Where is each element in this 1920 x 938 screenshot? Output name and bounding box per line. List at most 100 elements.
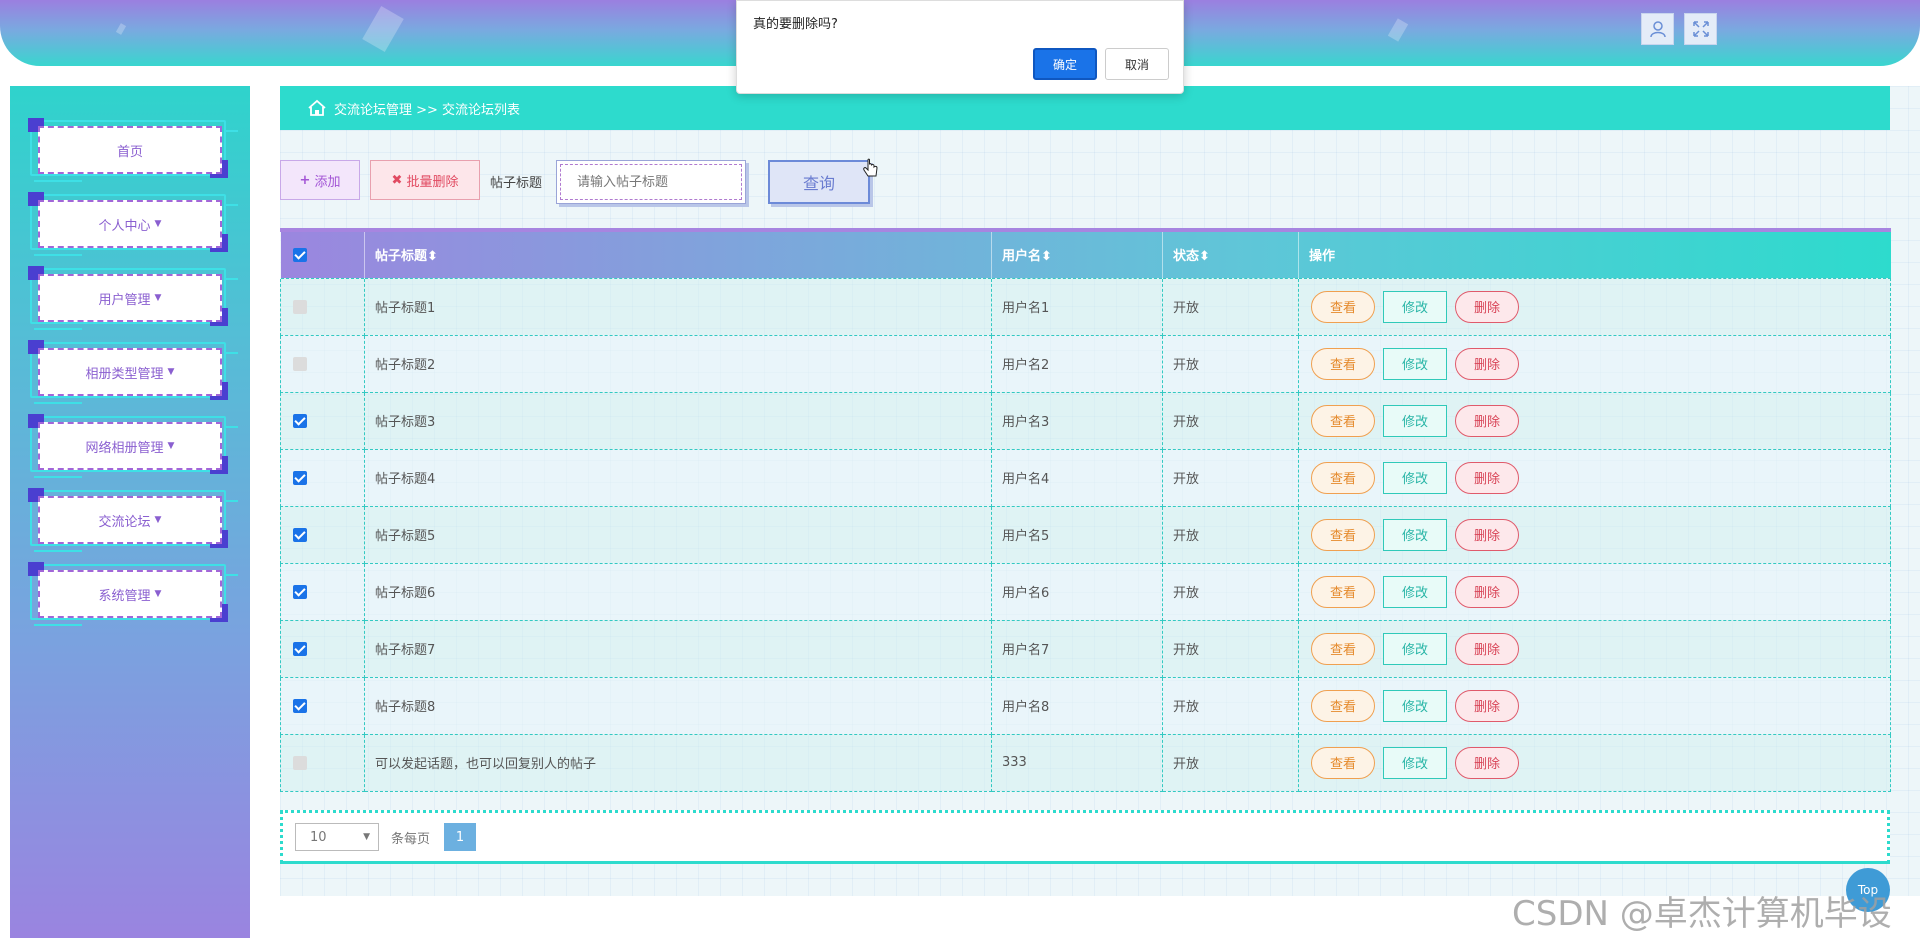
row-select-cell bbox=[280, 505, 365, 564]
title-cell: 帖子标题8 bbox=[364, 676, 992, 735]
row-select-cell bbox=[280, 619, 365, 678]
sort-icon: ⬍ bbox=[1199, 249, 1210, 265]
user-cell: 用户名2 bbox=[991, 334, 1163, 393]
delete-button[interactable]: 删除 bbox=[1455, 461, 1519, 494]
caret-down-icon: ▼ bbox=[154, 589, 162, 599]
table-row: 帖子标题5 用户名5 开放 查看 修改 删除 bbox=[280, 505, 1891, 564]
page-number-button[interactable]: 1 bbox=[444, 823, 477, 851]
delete-button[interactable]: 删除 bbox=[1455, 290, 1519, 323]
confirm-dialog: 真的要删除吗? 确定 取消 bbox=[736, 0, 1184, 94]
row-checkbox[interactable] bbox=[293, 413, 307, 428]
row-checkbox[interactable] bbox=[293, 356, 307, 371]
caret-down-icon: ▼ bbox=[154, 293, 162, 303]
fullscreen-icon[interactable] bbox=[1684, 13, 1717, 45]
sidebar-item[interactable]: 用户管理 ▼ bbox=[28, 266, 240, 330]
caret-down-icon: ▼ bbox=[154, 219, 162, 229]
actions-cell: 查看 修改 删除 bbox=[1298, 619, 1891, 678]
sidebar-item-label: 相册类型管理 bbox=[85, 366, 164, 382]
view-button[interactable]: 查看 bbox=[1311, 632, 1375, 665]
batch-delete-button[interactable]: ✖ 批量删除 bbox=[370, 160, 480, 200]
confirm-button[interactable]: 确定 bbox=[1033, 48, 1097, 80]
view-button[interactable]: 查看 bbox=[1311, 575, 1375, 608]
status-cell: 开放 bbox=[1162, 733, 1299, 792]
column-header-status[interactable]: 状态⬍ bbox=[1162, 228, 1299, 278]
delete-button[interactable]: 删除 bbox=[1455, 632, 1519, 665]
table-row: 帖子标题2 用户名2 开放 查看 修改 删除 bbox=[280, 334, 1891, 393]
menu-button[interactable]: 系统管理 ▼ bbox=[38, 570, 222, 618]
edit-button[interactable]: 修改 bbox=[1383, 575, 1447, 608]
view-button[interactable]: 查看 bbox=[1311, 518, 1375, 551]
view-button[interactable]: 查看 bbox=[1311, 689, 1375, 722]
menu-button[interactable]: 首页 bbox=[38, 126, 222, 174]
page-size-label: 条每页 bbox=[391, 831, 431, 847]
header-icons bbox=[1641, 13, 1717, 45]
edit-button[interactable]: 修改 bbox=[1383, 746, 1447, 779]
select-all-checkbox[interactable] bbox=[293, 247, 307, 262]
caret-down-icon: ▼ bbox=[154, 515, 162, 525]
column-header-user[interactable]: 用户名⬍ bbox=[991, 228, 1163, 278]
user-cell: 用户名1 bbox=[991, 277, 1163, 336]
row-select-cell bbox=[280, 277, 365, 336]
menu-button[interactable]: 网络相册管理 ▼ bbox=[38, 422, 222, 470]
delete-button[interactable]: 删除 bbox=[1455, 746, 1519, 779]
header-decoration bbox=[362, 6, 404, 52]
sidebar-item[interactable]: 系统管理 ▼ bbox=[28, 562, 240, 626]
edit-button[interactable]: 修改 bbox=[1383, 632, 1447, 665]
delete-button[interactable]: 删除 bbox=[1455, 347, 1519, 380]
column-header-title[interactable]: 帖子标题⬍ bbox=[364, 228, 992, 278]
watermark: CSDN @卓杰计算机毕设 bbox=[1512, 894, 1892, 934]
delete-button[interactable]: 删除 bbox=[1455, 404, 1519, 437]
menu-button[interactable]: 用户管理 ▼ bbox=[38, 274, 222, 322]
row-select-cell bbox=[280, 562, 365, 621]
view-button[interactable]: 查看 bbox=[1311, 347, 1375, 380]
cancel-button[interactable]: 取消 bbox=[1105, 48, 1169, 80]
view-button[interactable]: 查看 bbox=[1311, 404, 1375, 437]
sidebar-item[interactable]: 网络相册管理 ▼ bbox=[28, 414, 240, 478]
pagination: 10 ▼ 条每页 1 bbox=[280, 810, 1890, 864]
sidebar-item[interactable]: 交流论坛 ▼ bbox=[28, 488, 240, 552]
delete-button[interactable]: 删除 bbox=[1455, 575, 1519, 608]
add-button[interactable]: + 添加 bbox=[280, 160, 360, 200]
row-checkbox[interactable] bbox=[293, 470, 307, 485]
menu-line bbox=[226, 574, 238, 576]
view-button[interactable]: 查看 bbox=[1311, 746, 1375, 779]
menu-line bbox=[34, 476, 82, 478]
page-size-value: 10 bbox=[310, 829, 327, 845]
row-checkbox[interactable] bbox=[293, 641, 307, 656]
edit-button[interactable]: 修改 bbox=[1383, 689, 1447, 722]
edit-button[interactable]: 修改 bbox=[1383, 461, 1447, 494]
sidebar-item[interactable]: 首页 bbox=[28, 118, 240, 182]
user-icon[interactable] bbox=[1641, 13, 1674, 45]
edit-button[interactable]: 修改 bbox=[1383, 347, 1447, 380]
delete-button[interactable]: 删除 bbox=[1455, 518, 1519, 551]
menu-button[interactable]: 相册类型管理 ▼ bbox=[38, 348, 222, 396]
search-label: 帖子标题 bbox=[490, 176, 543, 191]
page-size-select[interactable]: 10 ▼ bbox=[295, 823, 379, 851]
row-checkbox[interactable] bbox=[293, 527, 307, 542]
search-input[interactable] bbox=[560, 164, 742, 200]
edit-button[interactable]: 修改 bbox=[1383, 290, 1447, 323]
table-row: 帖子标题4 用户名4 开放 查看 修改 删除 bbox=[280, 448, 1891, 507]
user-cell: 用户名3 bbox=[991, 391, 1163, 450]
row-checkbox[interactable] bbox=[293, 299, 307, 314]
sidebar-item[interactable]: 相册类型管理 ▼ bbox=[28, 340, 240, 404]
row-select-cell bbox=[280, 391, 365, 450]
table-row: 帖子标题3 用户名3 开放 查看 修改 删除 bbox=[280, 391, 1891, 450]
edit-button[interactable]: 修改 bbox=[1383, 518, 1447, 551]
row-checkbox[interactable] bbox=[293, 755, 307, 770]
view-button[interactable]: 查看 bbox=[1311, 461, 1375, 494]
delete-button[interactable]: 删除 bbox=[1455, 689, 1519, 722]
row-checkbox[interactable] bbox=[293, 698, 307, 713]
menu-button[interactable]: 个人中心 ▼ bbox=[38, 200, 222, 248]
row-checkbox[interactable] bbox=[293, 584, 307, 599]
query-button[interactable]: 查询 bbox=[768, 160, 870, 204]
sidebar-item-label: 用户管理 bbox=[98, 292, 151, 308]
chevron-down-icon: ▼ bbox=[363, 832, 370, 842]
actions-cell: 查看 修改 删除 bbox=[1298, 733, 1891, 792]
sidebar-item-label: 网络相册管理 bbox=[85, 440, 164, 456]
menu-button[interactable]: 交流论坛 ▼ bbox=[38, 496, 222, 544]
view-button[interactable]: 查看 bbox=[1311, 290, 1375, 323]
edit-button[interactable]: 修改 bbox=[1383, 404, 1447, 437]
actions-cell: 查看 修改 删除 bbox=[1298, 676, 1891, 735]
sidebar-item[interactable]: 个人中心 ▼ bbox=[28, 192, 240, 256]
